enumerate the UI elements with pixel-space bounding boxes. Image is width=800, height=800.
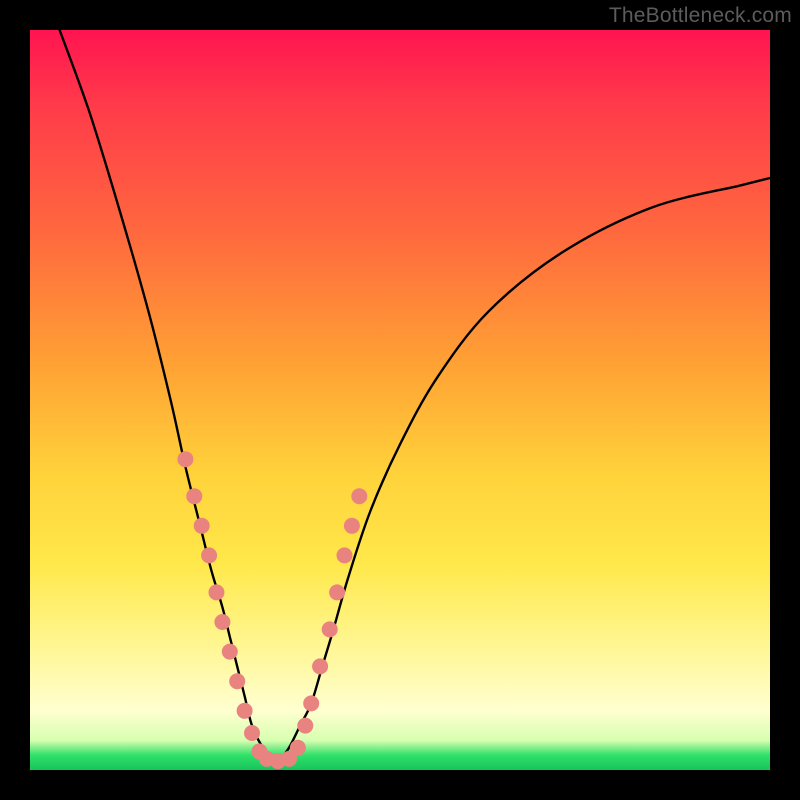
marker-dot [177, 451, 193, 467]
marker-dot [297, 718, 313, 734]
marker-dot [322, 621, 338, 637]
chart-svg [30, 30, 770, 770]
watermark-text: TheBottleneck.com [609, 4, 792, 28]
marker-dot [351, 488, 367, 504]
marker-dot [201, 547, 217, 563]
marker-dot [237, 703, 253, 719]
marker-dot [186, 488, 202, 504]
curve-layer [60, 30, 770, 763]
marker-dot [194, 518, 210, 534]
outer-frame: TheBottleneck.com [0, 0, 800, 800]
marker-dot [344, 518, 360, 534]
marker-dot [222, 644, 238, 660]
marker-dot [229, 673, 245, 689]
curve-right-lobe [278, 178, 770, 763]
marker-dot [214, 614, 230, 630]
plot-area [30, 30, 770, 770]
marker-dot [244, 725, 260, 741]
curve-left-lobe [60, 30, 278, 763]
marker-dot [337, 547, 353, 563]
marker-dot [303, 695, 319, 711]
marker-dot [329, 584, 345, 600]
marker-dot [208, 584, 224, 600]
marker-dot [312, 658, 328, 674]
marker-dot [290, 740, 306, 756]
